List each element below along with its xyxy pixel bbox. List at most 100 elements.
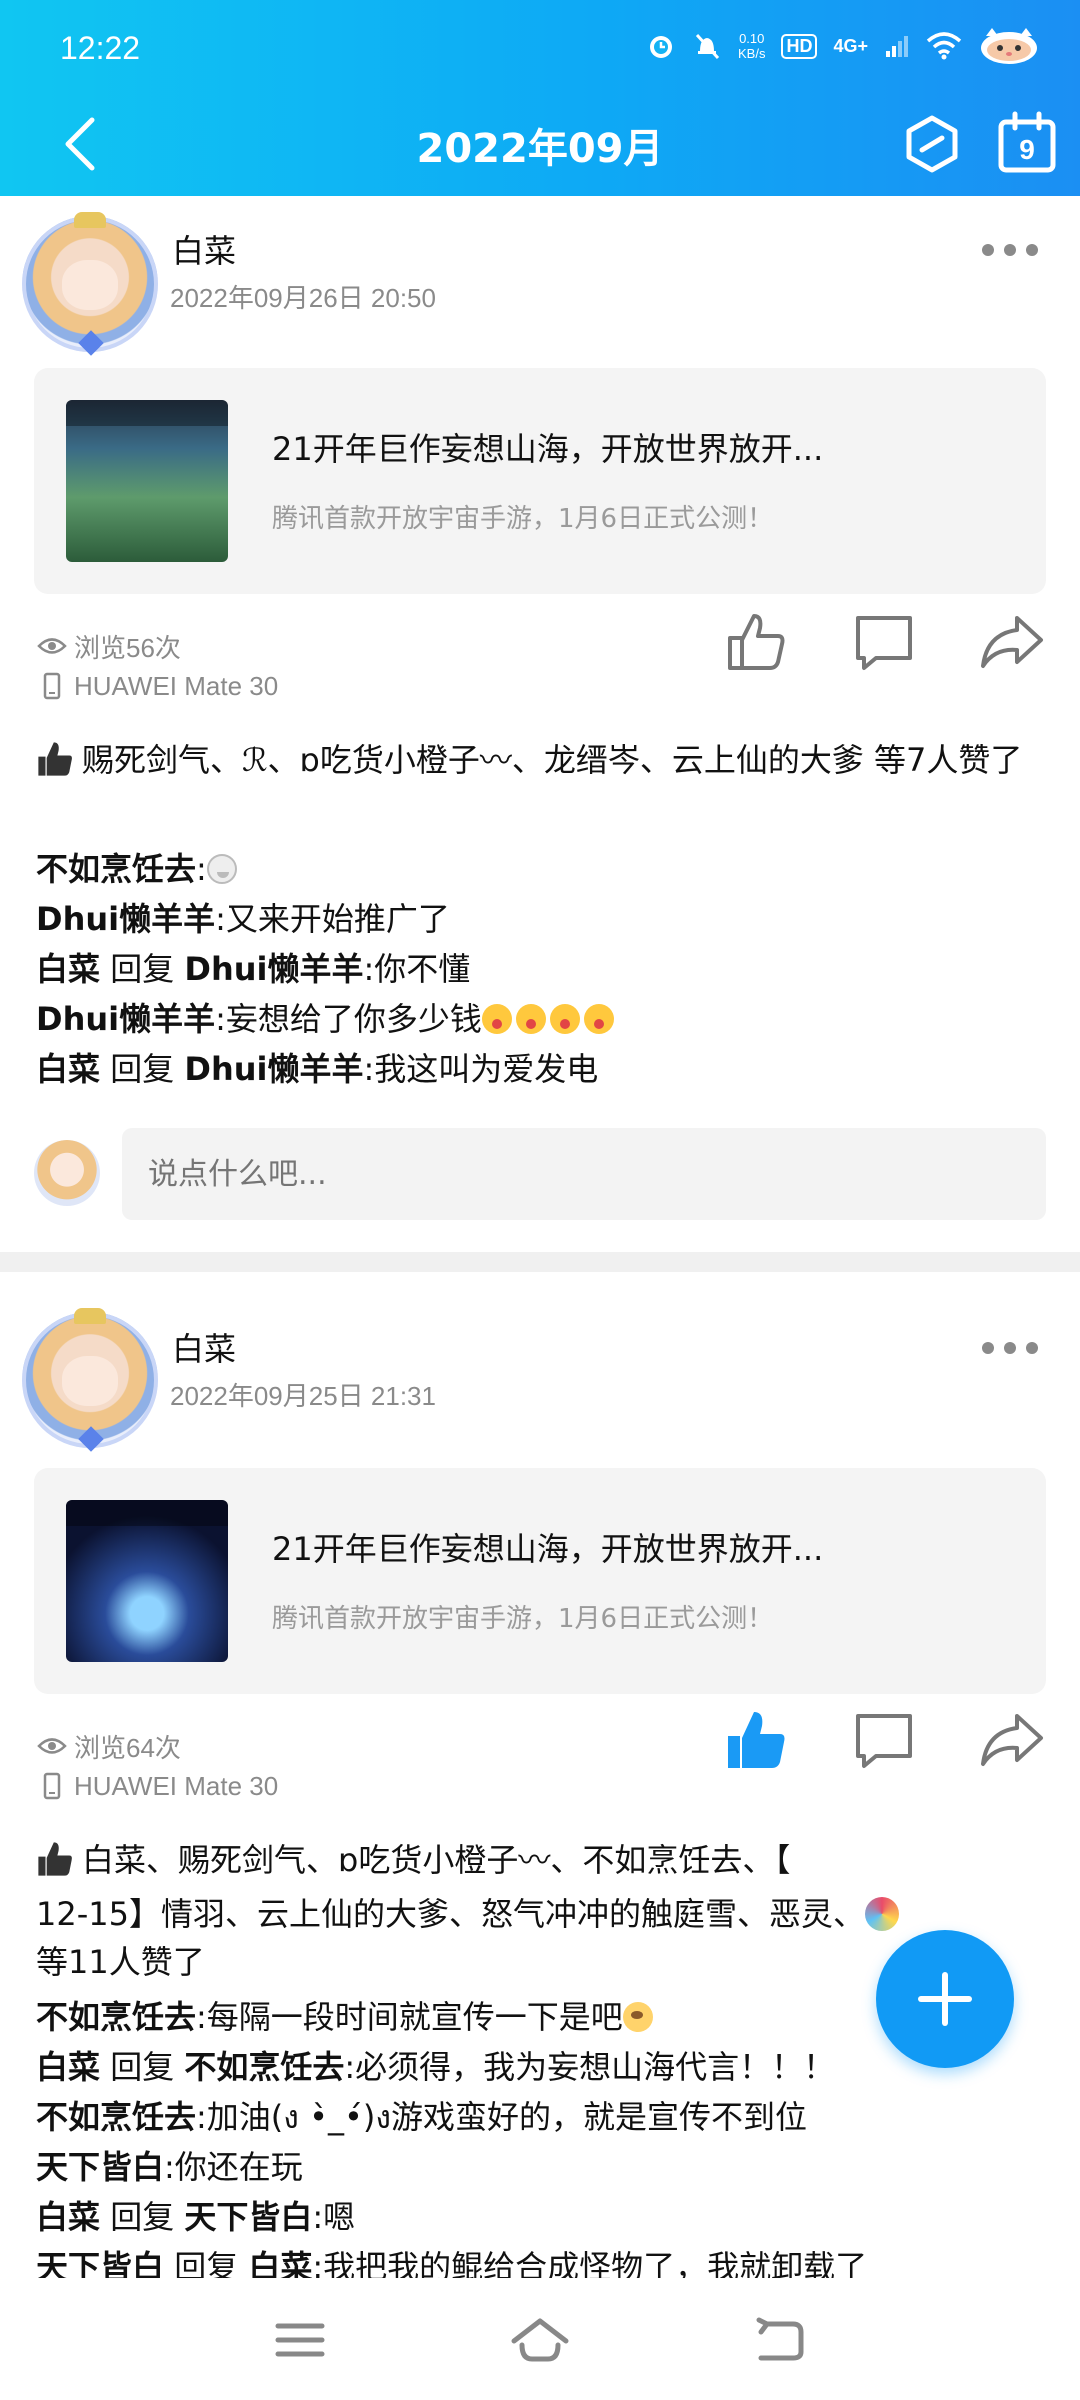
comment-item[interactable]: 天下皆白 回复 白菜:我把我的鲲给合成怪物了，我就卸载了 [36,2242,1046,2278]
reply-target[interactable]: Dhui懒羊羊 [184,1050,363,1088]
post-time: 2022年09月26日 20:50 [170,283,436,313]
comment-item[interactable]: Dhui懒羊羊:又来开始推广了 [36,894,1046,944]
thumbs-up-icon [728,614,785,670]
net-speed-value: 0.10 [739,31,765,46]
plus-icon [918,1972,972,2026]
view-count: 浏览64次 [74,1732,181,1763]
eye-icon [36,1730,68,1762]
grin-emoji-icon [206,854,237,884]
commenter-name[interactable]: 白菜 [36,950,100,988]
battery-cat-icon [981,28,1037,64]
comment-button[interactable] [848,1704,920,1776]
reply-word: 回复 [174,2248,239,2278]
comment-item[interactable]: 白菜 回复 天下皆白:嗯 [36,2192,1046,2242]
commenter-name[interactable]: 天下皆白 [36,2148,164,2186]
hd-badge: HD [781,33,818,59]
phone-icon [36,670,68,702]
commenter-name[interactable]: 不如烹饪去 [36,2098,196,2136]
menu-icon [275,2323,325,2357]
author-avatar[interactable] [22,1308,158,1452]
comment-item[interactable]: Dhui懒羊羊:妄想给了你多少钱 [36,994,1046,1044]
post-card: 白菜 2022年09月25日 21:31 21开年巨作妄想山海，开放世界放开..… [0,1272,1080,2278]
add-post-button[interactable] [876,1930,1014,2068]
reply-word: 回复 [110,2198,175,2236]
share-title: 21开年巨作妄想山海，开放世界放开... [272,430,824,468]
reply-target[interactable]: 白菜 [248,2248,312,2278]
signal-icon [886,36,908,57]
share-arrow-icon [981,616,1043,668]
comment-item[interactable]: 白菜 回复 Dhui懒羊羊:你不懂 [36,944,1046,994]
comment-text: 加油(ง •̀_•́)ง游戏蛮好的，就是宣传不到位 [206,2098,807,2136]
surprised-emoji-icon [515,1004,546,1034]
view-count: 浏览56次 [74,632,181,663]
reply-target[interactable]: 天下皆白 [184,2198,312,2236]
surprised-emoji-icon [583,1004,614,1034]
commenter-name[interactable]: Dhui懒羊羊 [36,1000,215,1038]
hexagon-button[interactable] [900,112,964,176]
author-name[interactable]: 白菜 [172,1324,236,1370]
status-icons: 0.10 KB/s HD 4G+ [646,26,1040,66]
menu-button[interactable] [268,2308,332,2372]
home-button[interactable] [508,2308,572,2372]
more-button[interactable] [982,1336,1038,1360]
share-button[interactable] [976,606,1048,678]
share-description: 腾讯首款开放宇宙手游，1月6日正式公测！ [272,1604,774,1634]
comment-icon [856,616,912,670]
comment-text: 你还在玩 [174,2148,303,2186]
like-button[interactable] [720,1704,792,1776]
thumbs-up-filled-icon [36,1841,74,1890]
commenter-name[interactable]: 白菜 [36,2048,100,2086]
alarm-icon [650,36,672,58]
comment-item[interactable]: 不如烹饪去: [36,844,1046,894]
comment-list: 不如烹饪去: Dhui懒羊羊:又来开始推广了 白菜 回复 Dhui懒羊羊:你不懂… [36,844,1046,1094]
comment-text: 又来开始推广了 [225,900,450,938]
share-card[interactable]: 21开年巨作妄想山海，开放世界放开... 腾讯首款开放宇宙手游，1月6日正式公测… [34,1468,1046,1694]
comment-input-row [0,1128,1080,1224]
calendar-button[interactable]: 9 [995,110,1059,176]
comment-item[interactable]: 不如烹饪去:加油(ง •̀_•́)ง游戏蛮好的，就是宣传不到位 [36,2092,1046,2142]
commenter-name[interactable]: 白菜 [36,2198,100,2236]
calendar-day: 9 [1019,134,1035,165]
more-button[interactable] [982,238,1038,262]
author-name[interactable]: 白菜 [172,226,236,272]
nav-bar: 2022年09月 9 [0,100,1080,196]
post-time: 2022年09月25日 21:31 [170,1381,436,1411]
comment-button[interactable] [848,606,920,678]
share-thumbnail [66,1500,228,1662]
likes-text-line: 白菜、赐死剑气、ɒ吃货小橙子〰、不如烹饪去、【 [82,1841,791,1879]
comment-text: 你不懂 [374,950,471,988]
share-description: 腾讯首款开放宇宙手游，1月6日正式公测！ [272,504,774,534]
comment-icon [856,1714,912,1768]
comment-input[interactable] [122,1128,1046,1220]
comment-item[interactable]: 白菜 回复 Dhui懒羊羊:我这叫为爱发电 [36,1044,1046,1094]
commenter-name[interactable]: 不如烹饪去 [36,1998,196,2036]
commenter-name[interactable]: 不如烹饪去 [36,850,196,888]
lollipop-emoji-icon [865,1897,899,1931]
share-thumbnail [66,400,228,562]
net-speed: 0.10 KB/s [738,31,765,61]
commenter-name[interactable]: Dhui懒羊羊 [36,900,215,938]
reply-target[interactable]: 不如烹饪去 [184,2048,344,2086]
likes-text-line: 12-15】情羽、云上仙的大爹、怒气冲冲的触庭雪、恶灵、 [36,1895,865,1933]
commenter-name[interactable]: 天下皆白 [36,2248,164,2278]
comment-text: 嗯 [323,2198,356,2236]
surprised-emoji-icon [549,1004,580,1034]
author-avatar[interactable] [22,212,158,356]
reply-word: 回复 [110,2048,175,2086]
reply-target[interactable]: Dhui懒羊羊 [184,950,363,988]
back-nav-button[interactable] [748,2308,812,2372]
share-title: 21开年巨作妄想山海，开放世界放开... [272,1530,824,1568]
comment-item[interactable]: 天下皆白:你还在玩 [36,2142,1046,2192]
hexagon-slash-icon [906,115,958,173]
comment-item[interactable]: 白菜 回复 不如烹饪去:必须得，我为妄想山海代言！！！ [36,2042,1046,2092]
comment-text: 必须得，我为妄想山海代言！！！ [355,2048,836,2086]
phone-icon [36,1770,68,1802]
device-name: HUAWEI Mate 30 [74,1770,279,1801]
return-icon [756,2317,804,2361]
comment-text: 妄想给了你多少钱 [225,1000,482,1038]
like-button[interactable] [720,606,792,678]
thumbs-up-filled-icon [728,1712,785,1768]
share-card[interactable]: 21开年巨作妄想山海，开放世界放开... 腾讯首款开放宇宙手游，1月6日正式公测… [34,368,1046,594]
commenter-name[interactable]: 白菜 [36,1050,100,1088]
share-button[interactable] [976,1704,1048,1776]
